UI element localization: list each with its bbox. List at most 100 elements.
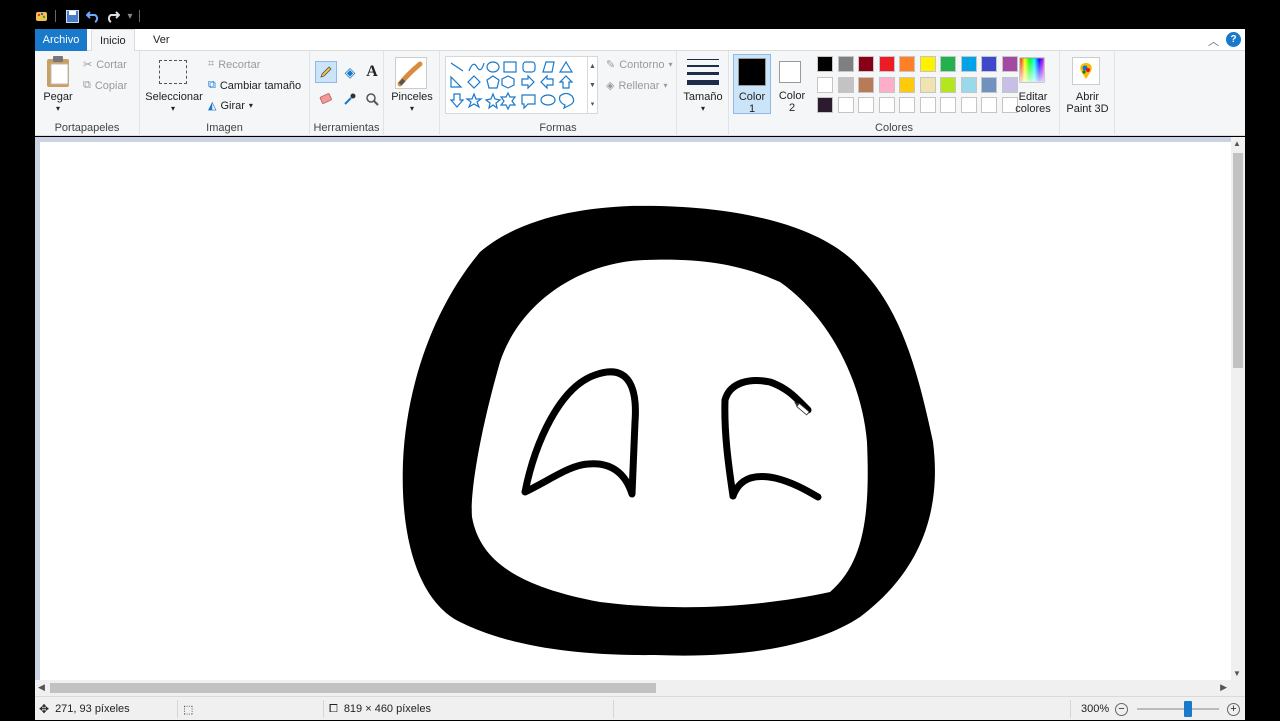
paste-dropdown-icon[interactable]: ▾ xyxy=(53,103,63,115)
crosshair-icon: ✥ xyxy=(39,702,50,716)
scroll-down-icon[interactable]: ▼ xyxy=(1233,669,1241,678)
horizontal-scroll-thumb[interactable] xyxy=(50,683,656,693)
select-dropdown-icon[interactable]: ▾ xyxy=(168,103,178,115)
edit-colors-button[interactable]: Editar colores xyxy=(1005,91,1061,115)
outline-icon: ✎ xyxy=(606,59,616,71)
palette-swatch[interactable] xyxy=(960,97,977,113)
horizontal-scrollbar[interactable]: ◀ ▶ xyxy=(35,680,1231,696)
palette-swatch[interactable] xyxy=(940,56,956,72)
scroll-left-icon[interactable]: ◀ xyxy=(38,682,45,693)
palette-swatch[interactable] xyxy=(899,97,915,113)
magnifier-icon[interactable] xyxy=(361,88,383,110)
palette-swatch[interactable] xyxy=(919,56,936,72)
tab-ver[interactable]: Ver xyxy=(145,29,178,51)
rotate-dropdown-icon: ▾ xyxy=(248,101,253,110)
status-separator-4 xyxy=(1070,700,1071,718)
shapes-gallery[interactable] xyxy=(445,56,588,114)
selection-size: ⬚ xyxy=(183,697,193,721)
palette-swatch[interactable] xyxy=(899,76,915,93)
select-button[interactable]: Seleccionar xyxy=(144,91,204,103)
group-colores: Color 1 Color 2 Editar colores Colores xyxy=(729,51,1060,136)
outline-dropdown-icon: ▾ xyxy=(668,60,673,69)
vertical-scrollbar[interactable]: ▲ ▼ xyxy=(1231,137,1245,680)
zoom-slider-thumb[interactable] xyxy=(1183,701,1192,717)
brushes-button[interactable]: Pinceles xyxy=(386,91,438,103)
palette-swatch[interactable] xyxy=(817,97,833,113)
palette-swatch[interactable] xyxy=(1001,56,1018,72)
eraser-icon[interactable] xyxy=(315,88,337,110)
cut-label: Cortar xyxy=(96,58,127,71)
scroll-up-icon[interactable]: ▲ xyxy=(1233,139,1241,148)
palette-swatch[interactable] xyxy=(858,56,874,72)
help-icon[interactable]: ? xyxy=(1226,32,1241,47)
palette-swatch[interactable] xyxy=(960,76,977,93)
palette-swatch[interactable] xyxy=(858,97,874,113)
save-icon[interactable] xyxy=(64,8,80,24)
open-paint3d-button[interactable]: Abrir Paint 3D xyxy=(1060,91,1115,115)
size-button[interactable]: Tamaño xyxy=(679,91,727,103)
outline-button[interactable]: ✎ Contorno ▾ xyxy=(606,58,673,72)
customize-icon[interactable]: ▾ xyxy=(125,8,135,24)
color1-button[interactable]: Color 1 xyxy=(733,54,771,115)
zoom-out-icon: − xyxy=(1115,702,1128,716)
color2-button[interactable]: Color 2 xyxy=(773,54,811,114)
drawing-canvas[interactable] xyxy=(40,142,1231,680)
paint-app-icon[interactable] xyxy=(35,8,49,24)
cut-button[interactable]: ✂ Cortar xyxy=(83,58,127,72)
drawing xyxy=(402,205,935,656)
palette-swatch[interactable] xyxy=(919,76,936,93)
scroll-right-icon[interactable]: ▶ xyxy=(1220,682,1227,693)
color-picker-icon[interactable] xyxy=(339,88,361,110)
paste-button[interactable]: Pegar xyxy=(38,91,78,103)
brushes-dropdown-icon[interactable]: ▾ xyxy=(407,103,417,115)
palette-swatch[interactable] xyxy=(981,76,997,93)
palette-swatch[interactable] xyxy=(878,97,895,113)
zoom-out-button[interactable]: − xyxy=(1115,697,1128,721)
resize-button[interactable]: ⧉ Cambiar tamaño xyxy=(208,79,301,92)
size-icon xyxy=(687,59,719,87)
pencil-icon[interactable] xyxy=(315,61,337,83)
fill-bucket-icon[interactable]: ◈ xyxy=(339,61,361,83)
vertical-scroll-thumb[interactable] xyxy=(1233,153,1243,368)
palette-swatch[interactable] xyxy=(940,76,956,93)
palette-swatch[interactable] xyxy=(837,97,854,113)
crop-button[interactable]: ⌗ Recortar xyxy=(208,58,260,71)
shapes-scroll[interactable]: ▲ ▼ ▾ xyxy=(588,56,598,114)
palette-swatch[interactable] xyxy=(960,56,977,72)
palette-swatch[interactable] xyxy=(817,76,833,93)
group-label-formas: Formas xyxy=(539,122,577,134)
palette-swatch[interactable] xyxy=(858,76,874,93)
palette-swatch[interactable] xyxy=(837,56,854,72)
rotate-button[interactable]: ◭ Girar ▾ xyxy=(208,99,253,113)
text-tool-icon[interactable]: A xyxy=(361,61,383,83)
fill-button[interactable]: ◈ Rellenar ▾ xyxy=(606,79,667,93)
zoom-slider[interactable] xyxy=(1137,701,1219,717)
group-portapapeles: Pegar ▾ ✂ Cortar ⧉ Copiar Portapapeles xyxy=(35,51,140,136)
tab-inicio[interactable]: Inicio xyxy=(91,29,135,52)
crop-icon: ⌗ xyxy=(208,58,215,70)
palette-swatch[interactable] xyxy=(817,56,833,72)
palette-swatch[interactable] xyxy=(981,56,997,72)
size-dropdown-icon[interactable]: ▾ xyxy=(698,103,708,115)
brush-icon xyxy=(395,57,427,89)
redo-icon[interactable] xyxy=(105,8,121,24)
palette-swatch[interactable] xyxy=(878,76,895,93)
palette-swatch[interactable] xyxy=(899,56,915,72)
group-label-portapapeles: Portapapeles xyxy=(54,122,120,134)
tab-archivo[interactable]: Archivo xyxy=(35,29,87,51)
copy-icon: ⧉ xyxy=(83,79,91,91)
zoom-in-button[interactable]: + xyxy=(1227,697,1240,721)
copy-button[interactable]: ⧉ Copiar xyxy=(83,79,127,92)
paste-icon xyxy=(44,55,72,89)
palette-swatch[interactable] xyxy=(919,97,936,113)
palette-swatch[interactable] xyxy=(837,76,854,93)
palette-swatch[interactable] xyxy=(878,56,895,72)
copy-label: Copiar xyxy=(94,79,128,92)
canvas-size-text: 819 × 460 píxeles xyxy=(343,703,431,715)
collapse-ribbon-icon[interactable]: ︿ xyxy=(1208,33,1219,49)
title-bar: ▾ xyxy=(35,0,1245,29)
group-imagen: Seleccionar ▾ ⌗ Recortar ⧉ Cambiar tamaño … xyxy=(140,51,310,136)
undo-icon[interactable] xyxy=(85,8,101,24)
palette-swatch[interactable] xyxy=(981,97,997,113)
palette-swatch[interactable] xyxy=(940,97,956,113)
